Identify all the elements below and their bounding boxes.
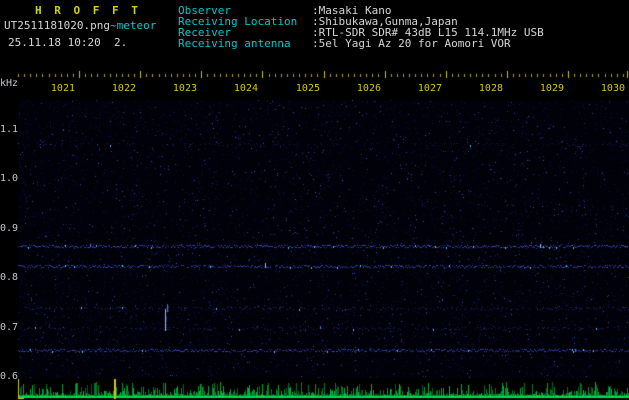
field-label-antenna: Receiving antenna (178, 37, 291, 50)
time-tick-label: 1023 (172, 83, 197, 94)
freq-tick-label: 0.7 (0, 322, 19, 333)
datetime-label: 25.11.18 10:20 2. (8, 36, 128, 49)
freq-tick-label: 1.0 (0, 173, 19, 184)
freq-tick-label: 0.8 (0, 272, 19, 283)
hrofft-screen: H R O F F T UT2511181020.png~meteor 25.1… (0, 0, 629, 400)
time-tick-label: 1025 (295, 83, 320, 94)
app-title: H R O F F T (35, 4, 141, 17)
time-tick-label: 1024 (233, 83, 258, 94)
freq-tick-label: 0.9 (0, 223, 19, 234)
time-tick-label: 1021 (50, 83, 75, 94)
freq-tick-label: 1.1 (0, 124, 19, 135)
time-tick-label: 1028 (478, 83, 503, 94)
time-tick-label: 1026 (356, 83, 381, 94)
meteor-label: ~meteor (109, 19, 157, 32)
field-value-antenna: :5el Yagi Az 20 for Aomori VOR (312, 37, 511, 50)
freq-tick-label: 0.6 (0, 371, 19, 382)
time-tick-label: 1022 (111, 83, 136, 94)
spectrogram-canvas (0, 0, 629, 400)
time-tick-label: 1029 (539, 83, 564, 94)
filename-text: UT2511181020.png (4, 19, 110, 32)
filename-label: UT2511181020.png~meteor (4, 20, 156, 32)
time-tick-label: 1030 (600, 83, 625, 94)
time-tick-label: 1027 (417, 83, 442, 94)
khz-axis-label: kHz (0, 78, 19, 89)
